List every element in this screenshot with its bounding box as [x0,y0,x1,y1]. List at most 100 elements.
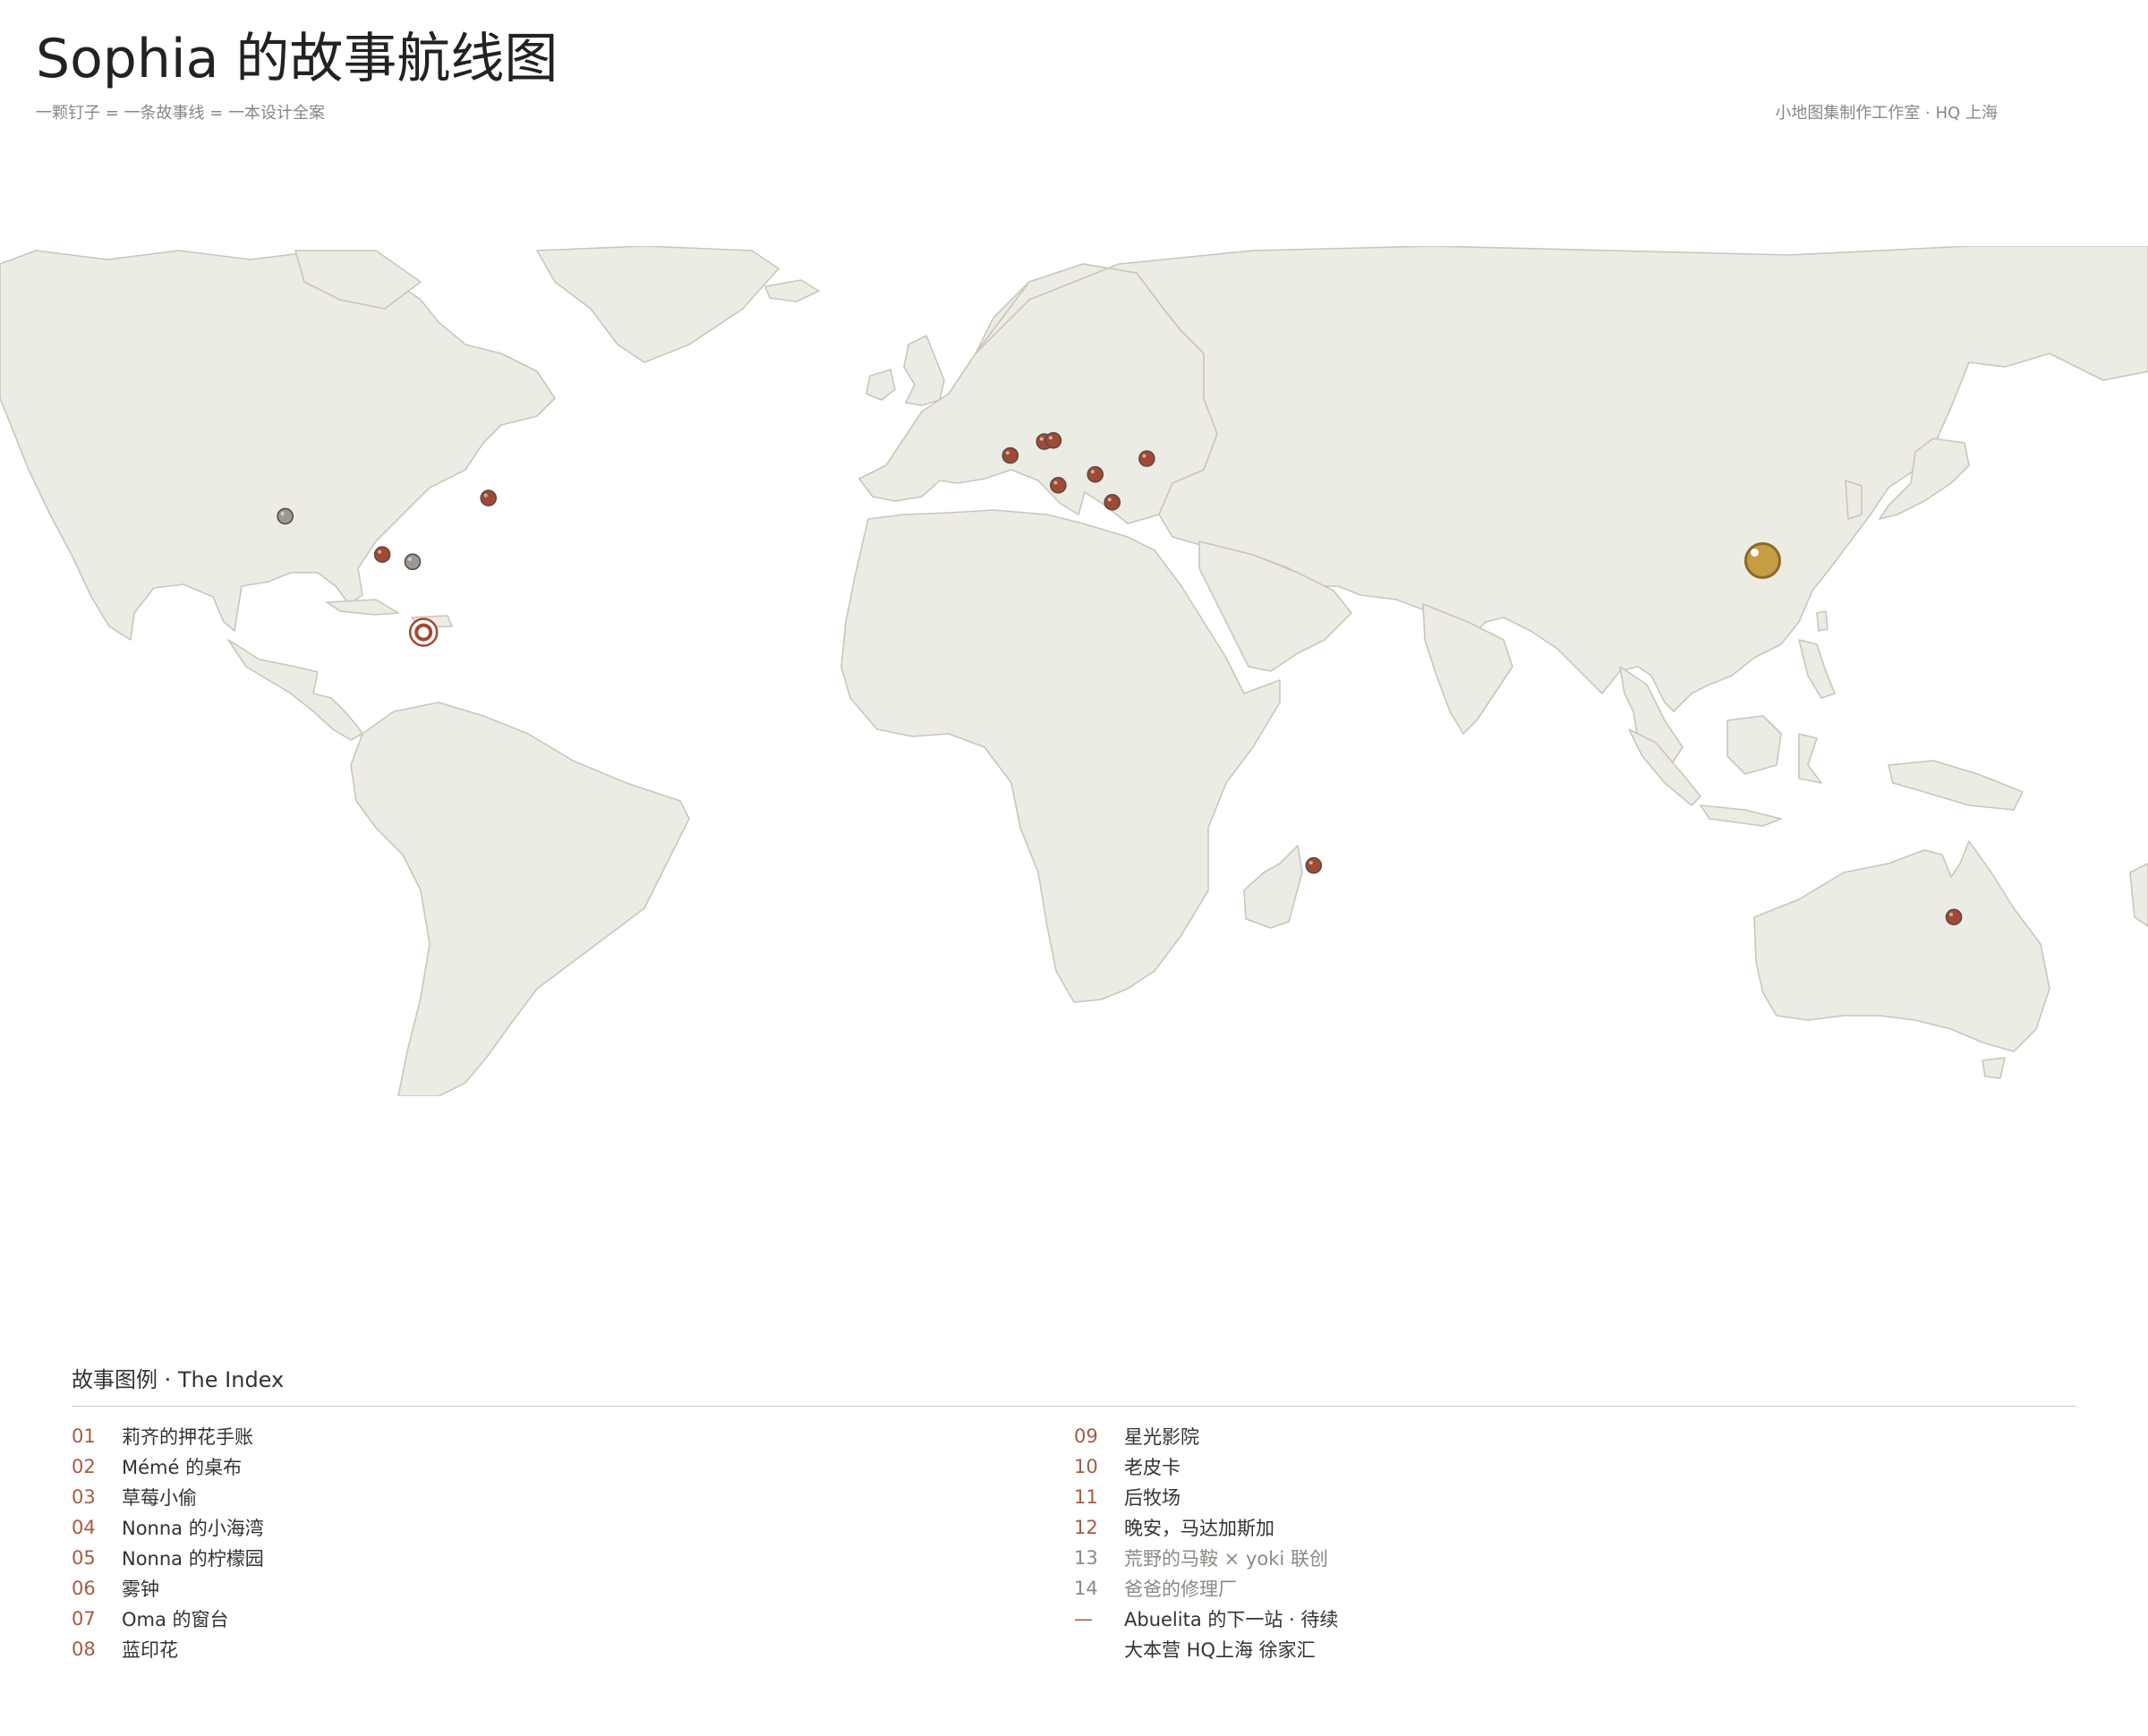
pin-mexico[interactable] [408,617,439,647]
legend-label: Nonna 的小海湾 [122,1518,264,1539]
pin-highlight [1308,861,1313,865]
pin-alps[interactable] [1087,465,1104,483]
pin-marker [1305,856,1323,874]
land-korea [1845,480,1862,520]
pin-highlight [1048,436,1053,440]
legend-label: 草莓小偷 [122,1487,197,1509]
legend-number: — [1074,1608,1093,1630]
pin-marker [404,553,422,571]
legend-item-03[interactable]: 03 草莓小偷 [72,1482,1074,1512]
legend-item-07[interactable]: 07 Oma 的窗台 [72,1604,1074,1634]
pin-brisbane[interactable] [1945,908,1963,926]
land-cuba [326,599,399,616]
pin-highlight [1090,470,1095,474]
land-new-guinea [1888,760,2024,811]
pin-highlight [1005,451,1010,455]
pin-west-usa[interactable] [277,507,294,525]
land-australia [1753,840,2050,1052]
page-subtitle: 一颗钉子 = 一条故事线 = 一本设计全案 [36,104,326,123]
pin-highlight [1142,454,1146,458]
pin-south-england-b[interactable] [1044,431,1062,449]
pin-texas-usa[interactable] [404,553,422,571]
pin-highlight [408,557,413,561]
legend-number: 14 [1074,1578,1098,1599]
legend-item-09[interactable]: 09 星光影院 [1074,1421,2076,1451]
pin-central-europe[interactable] [1138,450,1155,467]
pin-highlight [483,493,488,498]
pin-provence[interactable] [1050,477,1067,494]
legend-item-hq[interactable]: 大本营 HQ上海 徐家汇 [1074,1634,2076,1664]
pin-marker [1138,450,1155,467]
legend-number: 12 [1074,1517,1098,1538]
world-map-canvas[interactable] [0,246,2148,1096]
legend-item-08[interactable]: 08 蓝印花 [72,1634,1074,1664]
pin-marker [1087,465,1104,483]
land-greenland [536,246,780,363]
legend-number: 04 [72,1517,96,1538]
world-map[interactable] [0,246,2148,1096]
pin-marker [1945,908,1963,926]
pin-highlight [1949,912,1954,916]
legend-label: 爸爸的修理厂 [1124,1579,1237,1600]
legend-item-01[interactable]: 01 莉齐的押花手账 [72,1421,1074,1451]
legend-item-13[interactable]: 13 荒野的马鞍 × yoki 联创 [1074,1543,2076,1573]
next-pin-core [414,623,433,642]
legend-label: 后牧场 [1124,1487,1181,1509]
legend-label: 荒野的马鞍 × yoki 联创 [1124,1548,1328,1570]
pin-marker [373,546,391,564]
legend-label: 蓝印花 [122,1639,178,1661]
pin-naples[interactable] [1104,494,1121,511]
legend-label: Oma 的窗台 [122,1609,229,1630]
legend-label: 雾钟 [122,1579,159,1600]
pin-highlight [1039,437,1044,441]
legend-number: 02 [72,1456,96,1477]
hq-pin-highlight [1750,549,1759,557]
legend-title: 故事图例 · The Index [72,1362,2076,1407]
legend-item-05[interactable]: 05 Nonna 的柠檬园 [72,1543,1074,1573]
pin-southwest-usa[interactable] [373,546,391,564]
pin-highlight [280,511,285,515]
pin-marker [1104,494,1121,511]
legend-item-12[interactable]: 12 晚安，马达加斯加 [1074,1512,2076,1543]
story-index: 故事图例 · The Index 01 莉齐的押花手账 02 Mémé 的桌布 03… [72,1362,2076,1664]
legend-label: 莉齐的押花手账 [122,1426,253,1448]
land-new-zealand [2129,863,2148,927]
legend-number: 03 [72,1486,96,1508]
pin-brittany[interactable] [1002,447,1019,464]
pin-highlight [1107,498,1112,502]
hq-pin-marker [1743,542,1781,579]
legend-item-02[interactable]: 02 Mémé 的桌布 [72,1451,1074,1482]
legend-item-11[interactable]: 11 后牧场 [1074,1482,2076,1512]
legend-label: 大本营 HQ上海 徐家汇 [1124,1639,1316,1661]
pin-marker [480,489,498,506]
pin-highlight [1053,481,1058,485]
legend-item-next[interactable]: — Abuelita 的下一站 · 待续 [1074,1604,2076,1634]
legend-label: Nonna 的柠檬园 [122,1548,264,1570]
land-central-america [227,639,363,741]
pin-midwest-usa[interactable] [480,489,498,506]
land-sulawesi [1798,733,1822,784]
pin-shanghai-hq[interactable] [1743,542,1781,579]
legend-item-10[interactable]: 10 老皮卡 [1074,1451,2076,1482]
legend-item-06[interactable]: 06 雾钟 [72,1573,1074,1604]
legend-number: 07 [72,1608,96,1630]
legend-item-14[interactable]: 14 爸爸的修理厂 [1074,1573,2076,1604]
land-madagascar [1243,845,1303,929]
legend-item-04[interactable]: 04 Nonna 的小海湾 [72,1512,1074,1543]
land-iceland [764,279,820,302]
land-tasmania [1982,1057,2006,1079]
land-great-britain [903,335,945,406]
pin-marker [277,507,294,525]
legend-column-right: 09 星光影院 10 老皮卡 11 后牧场 12 晚安，马达加斯加 13 荒野的马鞍 × … [1074,1421,2076,1664]
pin-marker [1044,431,1062,449]
legend-label: Abuelita 的下一站 · 待续 [1124,1609,1339,1630]
legend-number: 01 [72,1425,96,1447]
land-north-america [0,250,556,641]
land-india [1422,603,1513,735]
legend-number: 06 [72,1578,96,1599]
pin-highlight [378,549,382,554]
land-masses [0,246,2148,1096]
legend-number: 11 [1074,1486,1098,1508]
pin-marker [1050,477,1067,494]
pin-madagascar[interactable] [1305,856,1323,874]
